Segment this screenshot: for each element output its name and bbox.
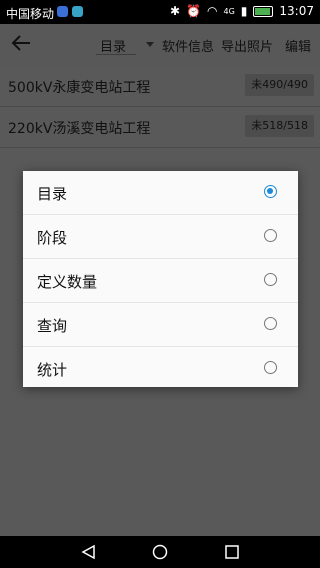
recents-nav-icon[interactable] [224, 544, 240, 560]
battery-icon [253, 5, 274, 17]
radio-button[interactable] [264, 317, 277, 330]
clock: 13:07 [279, 4, 314, 18]
alarm-icon: ⏰ [186, 4, 202, 18]
option-label: 查询 [37, 317, 68, 335]
status-bar: 中国移动 ✱ ⏰ ◠ 4G ▮ 13:07 [0, 0, 320, 24]
dropdown-value: 目录 [100, 40, 127, 55]
back-arrow-icon[interactable] [10, 33, 32, 53]
option-catalog[interactable]: 目录 [23, 171, 298, 215]
toolbar: 目录 软件信息 导出照片 编辑 [0, 24, 320, 66]
progress-badge: 未490/490 [245, 74, 314, 96]
software-info-button[interactable]: 软件信息 [162, 36, 214, 55]
bluetooth-icon: ✱ [170, 4, 181, 18]
radio-button[interactable] [264, 273, 277, 286]
option-stage[interactable]: 阶段 [23, 215, 298, 259]
project-name: 220kV汤溪变电站工程 [8, 121, 151, 137]
option-query[interactable]: 查询 [23, 303, 298, 347]
network-type-label: 4G [223, 6, 235, 16]
option-label: 定义数量 [37, 273, 98, 291]
radio-button[interactable] [264, 229, 277, 242]
notification-app-icon [57, 6, 68, 17]
project-row[interactable]: 220kV汤溪变电站工程 未518/518 [0, 107, 320, 148]
home-nav-icon[interactable] [152, 544, 168, 560]
option-define-quantity[interactable]: 定义数量 [23, 259, 298, 303]
notification-app-icon [72, 6, 83, 17]
system-nav-bar [0, 536, 320, 568]
option-label: 目录 [37, 185, 68, 203]
carrier-name: 中国移动 [6, 7, 55, 21]
option-label: 统计 [37, 361, 68, 379]
back-nav-icon[interactable] [80, 544, 96, 560]
signal-icon: ▮ [240, 4, 248, 18]
radio-button[interactable] [264, 361, 277, 374]
chevron-down-icon[interactable] [146, 42, 154, 47]
progress-badge: 未518/518 [245, 115, 314, 137]
project-name: 500kV永康变电站工程 [8, 80, 151, 96]
view-selection-dialog: 目录 阶段 定义数量 查询 统计 [23, 171, 298, 387]
export-photos-button[interactable]: 导出照片 [221, 36, 273, 55]
option-statistics[interactable]: 统计 [23, 347, 298, 390]
edit-button[interactable]: 编辑 [285, 36, 311, 55]
project-row[interactable]: 500kV永康变电站工程 未490/490 [0, 66, 320, 107]
view-mode-dropdown[interactable]: 目录 [96, 36, 137, 55]
option-label: 阶段 [37, 229, 68, 247]
radio-button-checked[interactable] [264, 185, 277, 198]
project-list: 500kV永康变电站工程 未490/490 220kV汤溪变电站工程 未518/… [0, 66, 320, 148]
wifi-icon: ◠ [207, 4, 218, 18]
